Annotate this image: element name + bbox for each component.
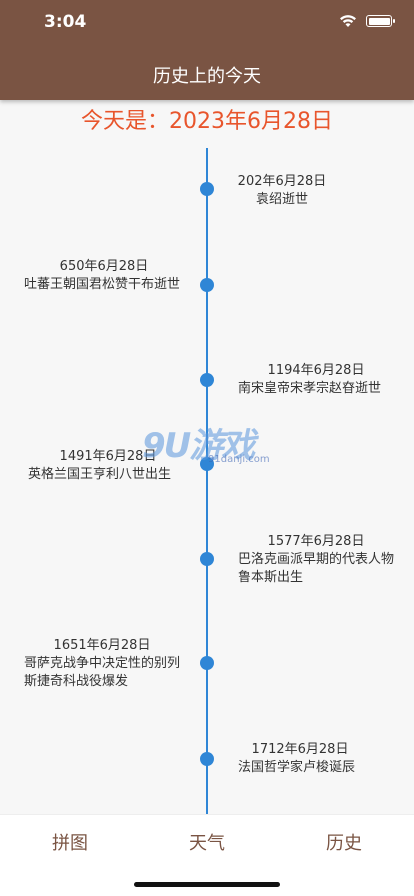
- watermark-logo: 9U游戏 91danji.com: [142, 418, 278, 474]
- home-indicator[interactable]: [134, 882, 280, 887]
- timeline-line: [206, 148, 208, 814]
- timeline-dot: [200, 182, 214, 196]
- timeline-event[interactable]: 1194年6月28日 南宋皇帝宋孝宗赵昚逝世: [238, 362, 394, 398]
- status-time: 3:04: [44, 12, 87, 32]
- watermark-url: 91danji.com: [208, 454, 270, 465]
- timeline-dot: [200, 752, 214, 766]
- event-text: 袁绍逝世: [255, 192, 308, 207]
- timeline-dot: [200, 373, 214, 387]
- today-date-label: 今天是：2023年6月28日: [81, 109, 333, 134]
- battery-icon: [366, 15, 395, 27]
- timeline-dot: [200, 656, 214, 670]
- timeline-event[interactable]: 1651年6月28日 哥萨克战争中决定性的别列斯捷奇科战役爆发: [24, 637, 180, 691]
- event-date: 202年6月28日: [237, 174, 327, 189]
- tab-weather[interactable]: 天气: [167, 829, 247, 855]
- wifi-icon: [340, 15, 356, 27]
- event-text: 巴洛克画派早期的代表人物鲁本斯出生: [238, 552, 395, 585]
- status-icons: [338, 14, 395, 28]
- tab-history[interactable]: 历史: [304, 829, 384, 855]
- event-date: 1577年6月28日: [267, 534, 365, 549]
- event-date: 1651年6月28日: [53, 638, 151, 653]
- timeline-event[interactable]: 1712年6月28日 法国哲学家卢梭诞辰: [238, 741, 362, 777]
- timeline-dot: [200, 278, 214, 292]
- timeline-event[interactable]: 1577年6月28日 巴洛克画派早期的代表人物鲁本斯出生: [238, 533, 394, 587]
- event-date: 650年6月28日: [59, 259, 149, 274]
- event-text: 南宋皇帝宋孝宗赵昚逝世: [238, 381, 382, 396]
- event-text: 哥萨克战争中决定性的别列斯捷奇科战役爆发: [24, 656, 181, 689]
- event-text: 吐蕃王朝国君松赞干布逝世: [24, 277, 181, 292]
- event-text: 法国哲学家卢梭诞辰: [238, 760, 356, 775]
- timeline-event[interactable]: 650年6月28日 吐蕃王朝国君松赞干布逝世: [24, 258, 184, 294]
- event-date: 1712年6月28日: [251, 742, 349, 757]
- app-header: 3:04 历史上的今天: [0, 0, 414, 100]
- event-date: 1194年6月28日: [267, 363, 365, 378]
- timeline-event[interactable]: 202年6月28日 袁绍逝世: [226, 173, 338, 209]
- page-title: 历史上的今天: [153, 66, 261, 87]
- timeline-dot: [200, 552, 214, 566]
- tab-puzzle[interactable]: 拼图: [30, 829, 110, 855]
